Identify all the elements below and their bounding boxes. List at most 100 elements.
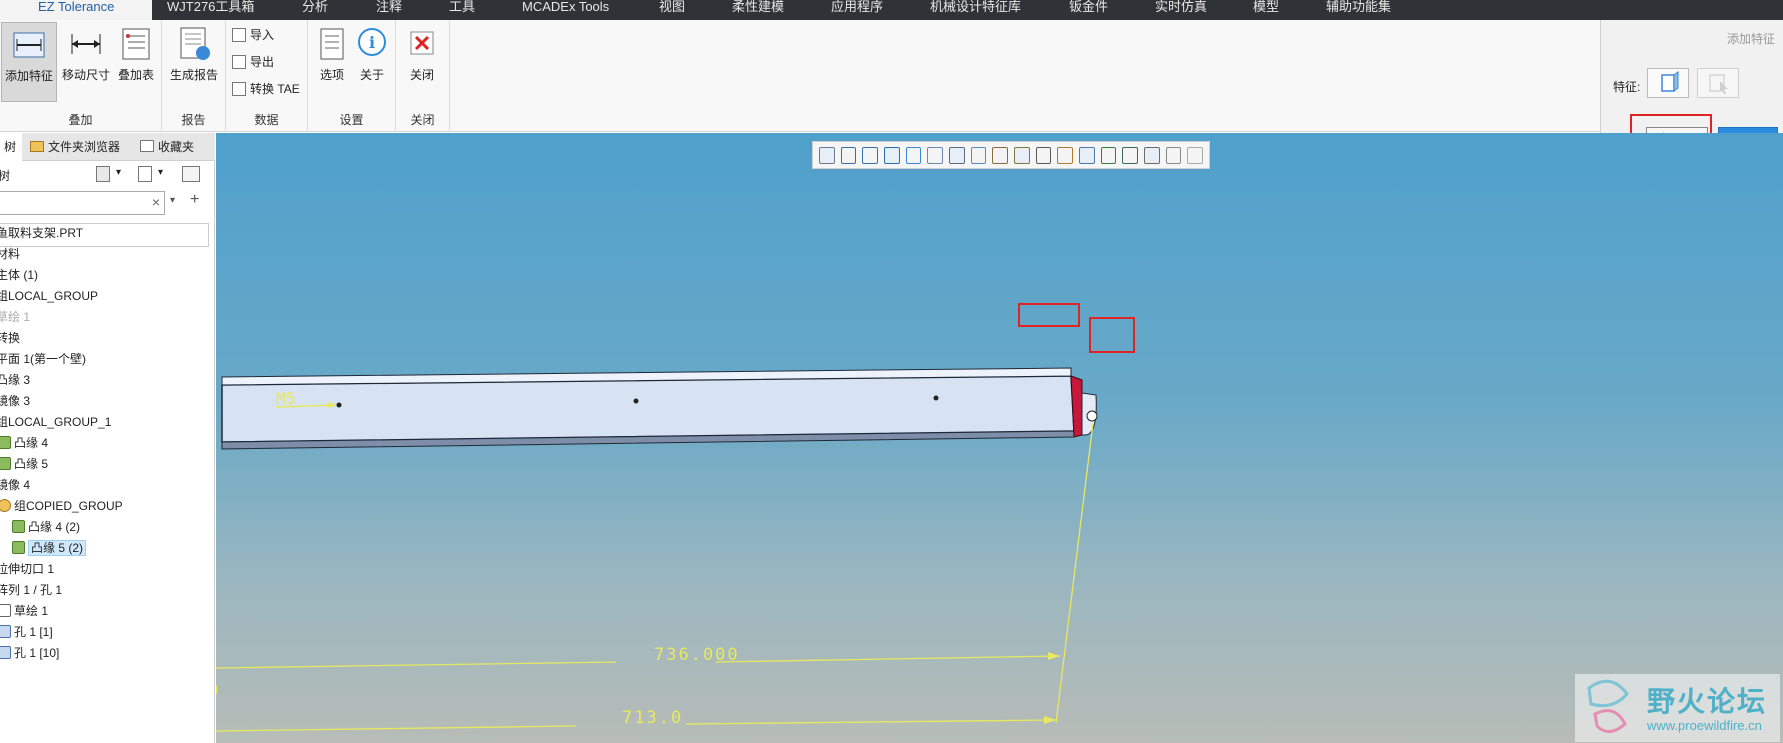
tree-item[interactable]: 转换 bbox=[0, 328, 20, 348]
left-dimension-fragment: 0 bbox=[216, 681, 218, 701]
dimension-arrow-1 bbox=[1048, 652, 1060, 660]
tree-item[interactable]: 平面 1(第一个壁) bbox=[0, 349, 86, 369]
tree-item-label: 组COPIED_GROUP bbox=[14, 499, 123, 513]
move-dimension-icon bbox=[68, 26, 104, 62]
tab-favorites[interactable]: 收藏夹 bbox=[134, 133, 200, 161]
close-icon bbox=[404, 26, 440, 62]
dimension-line-1-right bbox=[715, 655, 1061, 663]
tree-item[interactable]: 草绘 1 bbox=[0, 307, 30, 327]
feature-label: 特征: bbox=[1613, 80, 1641, 94]
menu-flex-modeling[interactable]: 柔性建模 bbox=[732, 0, 784, 20]
flange-icon bbox=[0, 457, 11, 470]
menu-aux-functions[interactable]: 辅助功能集 bbox=[1326, 0, 1391, 20]
tree-search-input[interactable]: × bbox=[0, 191, 165, 215]
tree-item[interactable]: 组LOCAL_GROUP bbox=[0, 286, 98, 306]
info-icon: i bbox=[354, 26, 390, 62]
tree-columns-icon[interactable] bbox=[182, 166, 200, 182]
stack-table-button[interactable]: 叠加表 bbox=[114, 26, 158, 83]
ribbon-group-close: 关闭 关闭 bbox=[396, 20, 450, 132]
feature-select-button[interactable] bbox=[1647, 68, 1689, 98]
menu-realtime-sim[interactable]: 实时仿真 bbox=[1155, 0, 1207, 20]
ribbon-group-data: 导入 导出 转换 TAE 数据 bbox=[226, 20, 308, 132]
menu-annotate[interactable]: 注释 bbox=[376, 0, 402, 20]
tree-item[interactable]: 凸缘 3 bbox=[0, 370, 30, 390]
convert-icon bbox=[232, 81, 246, 96]
tree-item[interactable]: 孔 1 [1] bbox=[0, 622, 53, 642]
tree-item-label: 孔 1 [10] bbox=[14, 646, 60, 660]
tree-item[interactable]: 凸缘 4 (2) bbox=[12, 517, 80, 537]
move-dimension-button[interactable]: 移动尺寸 bbox=[60, 26, 112, 83]
chevron-down-icon[interactable]: ▾ bbox=[116, 167, 121, 178]
menu-view[interactable]: 视图 bbox=[659, 0, 685, 20]
chevron-down-icon[interactable]: ▾ bbox=[170, 195, 175, 206]
tree-item[interactable]: 草绘 1 bbox=[0, 601, 48, 621]
menu-sheetmetal[interactable]: 钣金件 bbox=[1069, 0, 1108, 20]
tab-hole bbox=[1086, 410, 1098, 422]
export-button[interactable]: 导出 bbox=[232, 53, 274, 70]
graphics-viewport[interactable]: M5 736.000 713.0 0 bbox=[216, 133, 1783, 743]
menu-mech-feature-lib[interactable]: 机械设计特征库 bbox=[930, 0, 1021, 20]
top-menu-bar: EZ Tolerance WJT276工具箱 分析 注释 工具 MCADEx T… bbox=[0, 0, 1783, 20]
panel-title: 添加特征 bbox=[1726, 32, 1775, 46]
menu-mcadex[interactable]: MCADEx Tools bbox=[522, 0, 609, 20]
convert-tae-button[interactable]: 转换 TAE bbox=[232, 80, 300, 97]
list-settings-icon[interactable] bbox=[138, 166, 152, 182]
feature-pick-button[interactable] bbox=[1697, 68, 1739, 98]
stack-table-icon bbox=[118, 26, 154, 62]
hole-1 bbox=[336, 402, 342, 408]
tree-item[interactable]: 孔 1 [10] bbox=[0, 643, 59, 663]
tree-item-label: 凸缘 5 (2) bbox=[28, 540, 87, 556]
chevron-down-icon[interactable]: ▾ bbox=[158, 167, 163, 178]
group-label-data: 数据 bbox=[254, 113, 279, 127]
forum-watermark: 野火论坛 www.proewildfire.cn bbox=[1575, 674, 1780, 742]
dimension-line-1-left bbox=[216, 661, 617, 669]
import-button[interactable]: 导入 bbox=[232, 26, 274, 43]
tree-item[interactable]: 拉伸切口 1 bbox=[0, 559, 54, 579]
menu-applications[interactable]: 应用程序 bbox=[831, 0, 883, 20]
tree-item[interactable]: 鱼取料支架.PRT bbox=[0, 223, 83, 243]
tree-item[interactable]: 组COPIED_GROUP bbox=[0, 496, 123, 516]
group-label-close: 关闭 bbox=[410, 113, 435, 127]
dimension-713[interactable]: 713.0 bbox=[622, 708, 683, 728]
tree-item[interactable]: 阵列 1 / 孔 1 bbox=[0, 580, 62, 600]
menu-model[interactable]: 模型 bbox=[1253, 0, 1279, 20]
close-button[interactable]: 关闭 bbox=[404, 26, 440, 83]
tab-folder-browser[interactable]: 文件夹浏览器 bbox=[24, 133, 126, 161]
tree-item[interactable]: 镜像 4 bbox=[0, 475, 30, 495]
tree-item[interactable]: 镜像 3 bbox=[0, 391, 30, 411]
flange-icon bbox=[12, 541, 25, 554]
dimension-736[interactable]: 736.000 bbox=[654, 645, 740, 665]
tree-item[interactable]: 主体 (1) bbox=[0, 265, 38, 285]
folder-icon bbox=[30, 141, 44, 152]
model-graphics bbox=[216, 367, 1098, 732]
menu-ez-tolerance[interactable]: EZ Tolerance bbox=[0, 0, 153, 20]
tree-item-label: 镜像 3 bbox=[0, 394, 31, 408]
tree-item[interactable]: 凸缘 4 bbox=[0, 433, 48, 453]
menu-tools[interactable]: 工具 bbox=[449, 0, 475, 20]
clear-search-icon[interactable]: × bbox=[152, 194, 160, 210]
options-icon bbox=[314, 26, 350, 62]
tools-icon[interactable] bbox=[96, 166, 110, 182]
tree-item[interactable]: 凸缘 5 bbox=[0, 454, 48, 474]
tree-item[interactable]: 组LOCAL_GROUP_1 bbox=[0, 412, 111, 432]
hole-icon bbox=[0, 646, 11, 659]
tab-tree[interactable]: 树 bbox=[0, 133, 23, 161]
add-feature-button[interactable]: 添加特征 bbox=[1, 22, 57, 102]
add-icon[interactable]: + bbox=[190, 191, 199, 209]
tree-item-label: 凸缘 4 bbox=[14, 436, 49, 450]
menu-wjt276[interactable]: WJT276工具箱 bbox=[167, 0, 254, 20]
hole-2 bbox=[633, 398, 639, 404]
tree-item[interactable]: 凸缘 5 (2) bbox=[12, 538, 87, 558]
about-button[interactable]: i 关于 bbox=[354, 26, 390, 83]
menu-analysis[interactable]: 分析 bbox=[302, 0, 328, 20]
part-body[interactable] bbox=[221, 375, 1075, 443]
hole-icon bbox=[0, 625, 11, 638]
generate-report-button[interactable]: 生成报告 bbox=[166, 26, 222, 83]
import-icon bbox=[232, 27, 246, 42]
highlight-box-end-tab bbox=[1089, 317, 1135, 353]
dimension-line-2-right bbox=[685, 719, 1057, 725]
part-label: M5 bbox=[276, 389, 296, 408]
tree-item-label: 转换 bbox=[0, 331, 21, 345]
options-button[interactable]: 选项 bbox=[314, 26, 350, 83]
tree-item[interactable]: 材料 bbox=[0, 244, 20, 264]
